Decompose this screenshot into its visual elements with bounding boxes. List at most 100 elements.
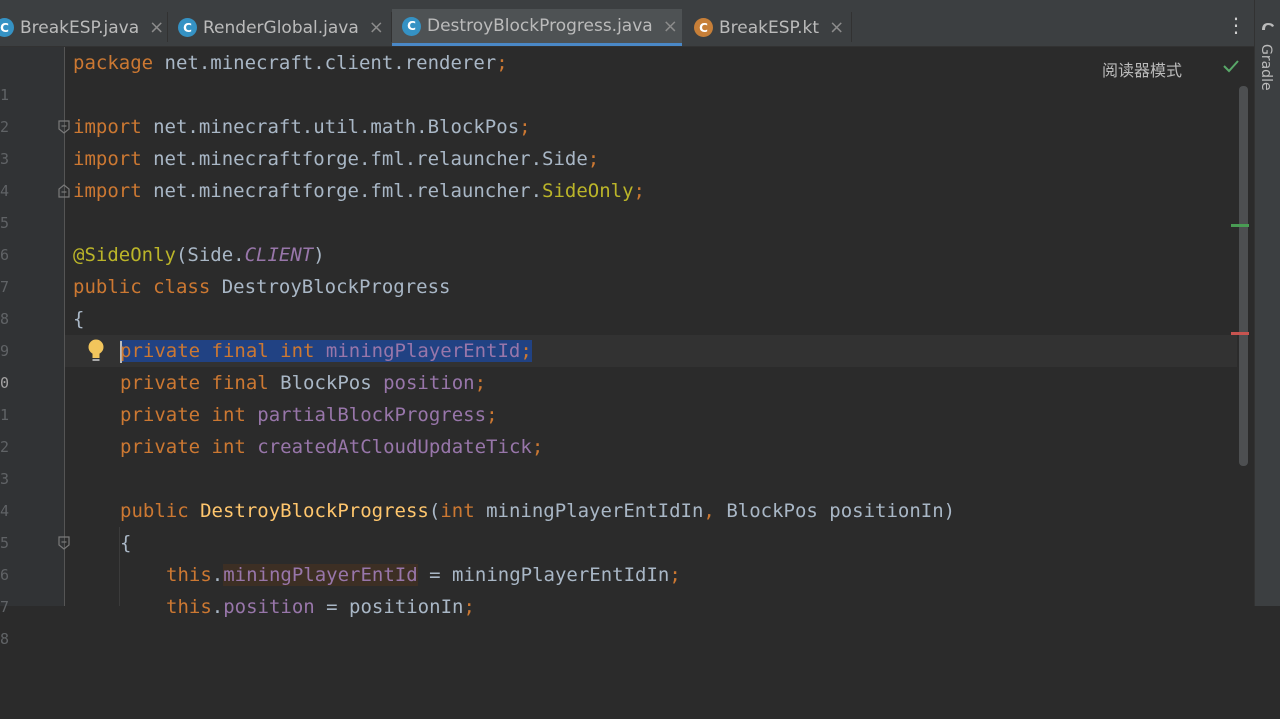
code-token: ) [313, 244, 325, 266]
code-editor[interactable]: 1 package net.minecraft.client.renderer;… [0, 47, 1237, 648]
change-marker[interactable] [1231, 224, 1249, 227]
code-token: private int [120, 404, 246, 426]
code-token: CLIENT [244, 244, 314, 266]
tab-label: BreakESP.kt [719, 17, 820, 38]
error-marker[interactable] [1231, 332, 1249, 335]
line-number: 8 [0, 310, 10, 328]
code-token: position [223, 596, 315, 618]
code-token: int [440, 500, 475, 522]
line-number: 5 [0, 534, 10, 552]
tab-renderglobal-java[interactable]: C RenderGlobal.java × [168, 9, 390, 46]
code-line: 2 [0, 79, 1237, 136]
line-number: 1 [0, 406, 10, 424]
tab-destroyblockprogress-java[interactable]: C DestroyBlockProgress.java × [392, 9, 682, 46]
code-line: 8 public class DestroyBlockProgress [0, 271, 1237, 328]
code-token: ; [520, 340, 532, 362]
code-token: position [383, 372, 475, 394]
code-line: 5 public DestroyBlockProgress(int mining… [0, 495, 1237, 552]
code-token: net.minecraftforge.fml.relauncher.Side [141, 148, 588, 170]
code-token: ; [531, 436, 544, 458]
line-number: 4 [0, 182, 10, 200]
line-number: 4 [0, 502, 10, 520]
reader-mode-button[interactable]: 阅读器模式 [1102, 57, 1182, 81]
code-token: net.minecraft.util.math.BlockPos [141, 116, 520, 138]
fold-icon[interactable] [58, 184, 70, 198]
code-token: . [211, 596, 224, 618]
line-number: 2 [0, 438, 10, 456]
lightbulb-icon[interactable] [85, 338, 107, 364]
line-number-gutter [0, 47, 65, 606]
tab-breakesp-java[interactable]: C BreakESP.java × [0, 9, 166, 46]
code-line: 3 private int createdAtCloudUpdateTick; [0, 431, 1237, 488]
code-token: SideOnly [542, 180, 634, 202]
code-token: = positionIn [314, 596, 464, 618]
code-line: 9 { [0, 303, 1237, 360]
code-token: ; [669, 564, 681, 586]
code-token: DestroyBlockProgress [210, 276, 451, 298]
fold-icon[interactable] [58, 120, 70, 134]
code-token: { [73, 308, 85, 330]
tab-label: BreakESP.java [20, 17, 140, 38]
code-line: 2 private int partialBlockProgress; [0, 399, 1237, 456]
code-token: ; [486, 404, 498, 426]
line-number: 1 [0, 86, 10, 104]
code-line: 3 import net.minecraft.util.math.BlockPo… [0, 111, 1237, 168]
java-class-icon: C [402, 16, 421, 36]
code-token: ; [519, 116, 531, 138]
editor-tab-bar: C BreakESP.java × C RenderGlobal.java × … [0, 0, 1254, 47]
code-token: createdAtCloudUpdateTick [245, 436, 532, 458]
close-icon[interactable]: × [369, 17, 384, 38]
code-token: { [120, 532, 132, 554]
java-class-icon: C [178, 18, 197, 37]
code-line: 4 [0, 463, 1237, 520]
code-token: ; [587, 148, 600, 170]
tab-label: RenderGlobal.java [203, 17, 359, 38]
code-token: = miningPlayerEntIdIn [417, 564, 670, 586]
check-icon[interactable] [1222, 58, 1240, 74]
line-number: 3 [0, 470, 10, 488]
code-token: import [73, 180, 142, 202]
code-token: import [73, 116, 142, 138]
code-line: 8 this.position = positionIn; [0, 591, 1237, 648]
code-token: public class [73, 276, 211, 298]
code-token: public [120, 500, 189, 522]
line-number: 6 [0, 566, 10, 584]
code-token: miningPlayerEntId [223, 564, 418, 586]
gradle-elephant-icon[interactable] [1260, 20, 1276, 32]
code-token: package [73, 52, 154, 74]
line-number: 3 [0, 150, 10, 168]
code-token: (Side. [175, 244, 245, 266]
code-token: net.minecraft.client.renderer [153, 52, 497, 74]
tab-label: DestroyBlockProgress.java [427, 16, 653, 36]
line-number: 9 [0, 342, 10, 360]
code-token: this [166, 564, 212, 586]
close-icon[interactable]: × [829, 17, 844, 38]
code-token: BlockPos [268, 372, 384, 394]
code-token: . [211, 564, 224, 586]
tab-breakesp-kt[interactable]: C BreakESP.kt × [684, 9, 850, 46]
code-token: miningPlayerEntIdIn [474, 500, 704, 522]
line-number: 7 [0, 278, 10, 296]
code-token: this [166, 596, 212, 618]
indent-guide [119, 527, 120, 606]
close-icon[interactable]: × [149, 17, 164, 38]
more-options-icon[interactable]: ⋮ [1226, 14, 1246, 36]
code-token: net.minecraftforge.fml.relauncher. [141, 180, 543, 202]
gradle-panel-label[interactable]: Gradle [1258, 44, 1274, 91]
code-token: import [73, 148, 142, 170]
code-token: ; [463, 596, 475, 618]
vertical-scrollbar[interactable] [1239, 86, 1248, 466]
code-line-current: 0 private final int miningPlayerEntId; [0, 335, 1237, 392]
line-number: 7 [0, 598, 10, 616]
close-icon[interactable]: × [663, 16, 678, 37]
code-token: ; [633, 180, 645, 202]
fold-icon[interactable] [58, 536, 70, 550]
tab-divider [851, 12, 852, 42]
code-token: miningPlayerEntId [314, 340, 521, 362]
code-token: , [703, 500, 715, 522]
code-token: BlockPos positionIn) [714, 500, 956, 522]
code-token: ; [474, 372, 487, 394]
code-line: 6 { [0, 527, 1237, 584]
code-token: ; [496, 52, 508, 74]
code-line: 5 import net.minecraftforge.fml.relaunch… [0, 175, 1237, 232]
